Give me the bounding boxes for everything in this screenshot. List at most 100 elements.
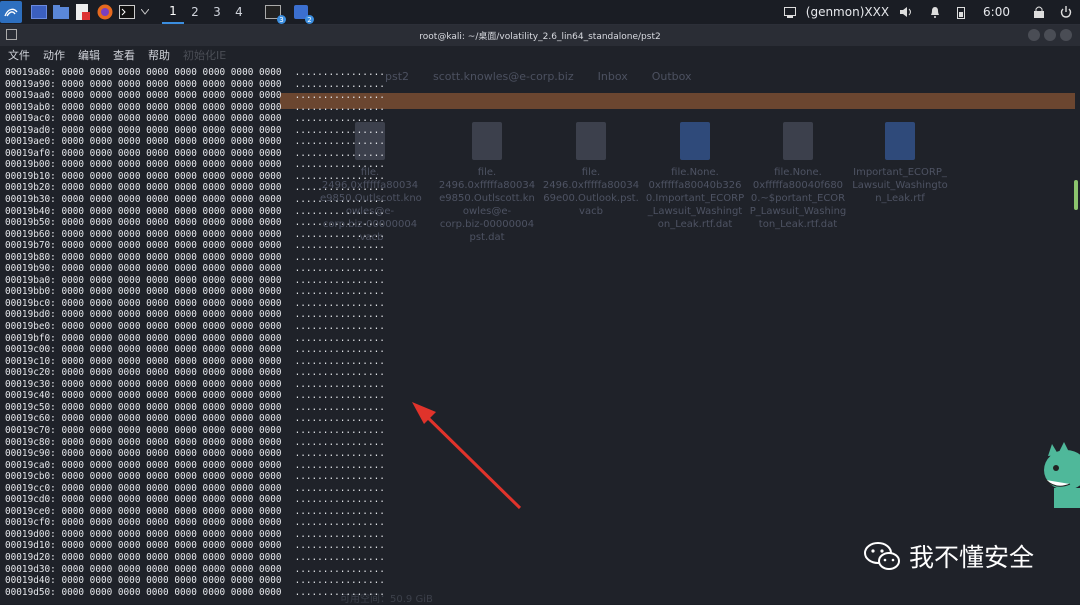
clock[interactable]: 6:00 [983, 5, 1010, 19]
hex-offset: 00019cc0 [5, 482, 51, 494]
hex-offset: 00019a90 [5, 78, 51, 90]
hex-ascii: ................ [294, 309, 385, 321]
bell-icon[interactable] [929, 6, 941, 18]
battery-icon[interactable] [957, 6, 966, 19]
hex-ascii: ................ [294, 586, 385, 598]
hex-ascii: ................ [294, 540, 385, 552]
hex-separator: : [50, 459, 62, 471]
hex-row: 00019b00: 0000 0000 0000 0000 0000 0000 … [5, 159, 385, 171]
hex-offset: 00019bf0 [5, 332, 51, 344]
hex-bytes: 0000 0000 0000 0000 0000 0000 0000 0000 [61, 563, 282, 575]
close-button[interactable] [1060, 29, 1072, 41]
screen-icon[interactable]: 3 [264, 3, 286, 24]
hex-offset: 00019c00 [5, 344, 51, 356]
file-item: file.None. 0xfffffa80040b326 0.Important… [645, 122, 745, 231]
hex-separator: : [50, 113, 62, 125]
workspace-2[interactable]: 2 [184, 0, 206, 24]
hex-offset: 00019c90 [5, 448, 51, 460]
hex-bytes: 0000 0000 0000 0000 0000 0000 0000 0000 [61, 344, 282, 356]
scrollbar-thumb[interactable] [1074, 180, 1078, 210]
app-icon[interactable]: 2 [292, 3, 314, 24]
hex-offset: 00019d10 [5, 540, 51, 552]
hex-bytes: 0000 0000 0000 0000 0000 0000 0000 0000 [61, 505, 282, 517]
kali-menu-icon[interactable] [0, 1, 22, 23]
hex-ascii: ................ [294, 101, 385, 113]
volume-icon[interactable] [899, 6, 913, 18]
menu-help[interactable]: 帮助 [148, 47, 170, 63]
hex-ascii: ................ [294, 575, 385, 587]
mascot-image [1044, 442, 1080, 508]
menu-action[interactable]: 动作 [43, 47, 65, 63]
workspace-3[interactable]: 3 [206, 0, 228, 24]
hex-offset: 00019b30 [5, 194, 51, 206]
hex-separator: : [50, 147, 62, 159]
hex-ascii: ................ [294, 251, 385, 263]
hex-bytes: 0000 0000 0000 0000 0000 0000 0000 0000 [61, 575, 282, 587]
workspace-4[interactable]: 4 [228, 0, 250, 24]
firefox-icon[interactable] [96, 3, 114, 21]
chevron-down-icon[interactable] [140, 3, 150, 21]
file-item: file.None. 0xfffffa80040f680 0.~$portant… [748, 122, 848, 231]
terminal-badge: 3 [277, 15, 286, 24]
hex-bytes: 0000 0000 0000 0000 0000 0000 0000 0000 [61, 309, 282, 321]
hex-bytes: 0000 0000 0000 0000 0000 0000 0000 0000 [61, 367, 282, 379]
hex-row: 00019cc0: 0000 0000 0000 0000 0000 0000 … [5, 483, 385, 495]
menu-file[interactable]: 文件 [8, 47, 30, 63]
hex-offset: 00019b90 [5, 263, 51, 275]
power-icon[interactable] [1060, 6, 1072, 18]
hex-bytes: 0000 0000 0000 0000 0000 0000 0000 0000 [61, 471, 282, 483]
hex-row: 00019aa0: 0000 0000 0000 0000 0000 0000 … [5, 90, 385, 102]
hex-row: 00019c80: 0000 0000 0000 0000 0000 0000 … [5, 437, 385, 449]
genmon-label[interactable]: (genmon)XXX [806, 5, 889, 19]
hex-ascii: ................ [294, 194, 385, 206]
hex-offset: 00019b70 [5, 240, 51, 252]
hex-offset: 00019be0 [5, 321, 51, 333]
hex-ascii: ................ [294, 413, 385, 425]
hex-separator: : [50, 240, 62, 252]
hex-bytes: 0000 0000 0000 0000 0000 0000 0000 0000 [61, 517, 282, 529]
hex-row: 00019d40: 0000 0000 0000 0000 0000 0000 … [5, 575, 385, 587]
screen-icon-right[interactable] [783, 6, 796, 18]
menu-edit[interactable]: 编辑 [78, 47, 100, 63]
hex-offset: 00019b10 [5, 170, 51, 182]
hex-separator: : [50, 309, 62, 321]
hex-separator: : [50, 540, 62, 552]
hex-ascii: ................ [294, 274, 385, 286]
hex-ascii: ................ [294, 228, 385, 240]
terminal-window-icon[interactable] [118, 3, 136, 21]
hex-offset: 00019ce0 [5, 505, 51, 517]
hex-ascii: ................ [294, 471, 385, 483]
wechat-icon [864, 542, 900, 570]
hex-bytes: 0000 0000 0000 0000 0000 0000 0000 0000 [61, 378, 282, 390]
hex-separator: : [50, 101, 62, 113]
text-editor-icon[interactable] [74, 3, 92, 21]
hex-bytes: 0000 0000 0000 0000 0000 0000 0000 0000 [61, 390, 282, 402]
hex-bytes: 0000 0000 0000 0000 0000 0000 0000 0000 [61, 321, 282, 333]
lock-icon[interactable] [1034, 6, 1044, 18]
folder-icon[interactable] [52, 3, 70, 21]
workspace-1[interactable]: 1 [162, 0, 184, 24]
hex-separator: : [50, 413, 62, 425]
hex-separator: : [50, 551, 62, 563]
hex-ascii: ................ [294, 482, 385, 494]
file-item: Important_ECORP_ Lawsuit_Washingto n_Lea… [850, 122, 950, 205]
file-item: file. 2496.0xfffffa80034 e9850.Outlscott… [437, 122, 537, 244]
hex-bytes: 0000 0000 0000 0000 0000 0000 0000 0000 [61, 194, 282, 206]
hex-offset: 00019b40 [5, 205, 51, 217]
hex-separator: : [50, 78, 62, 90]
hex-ascii: ................ [294, 355, 385, 367]
hex-bytes: 0000 0000 0000 0000 0000 0000 0000 0000 [61, 482, 282, 494]
maximize-button[interactable] [1044, 29, 1056, 41]
hex-ascii: ................ [294, 367, 385, 379]
hex-bytes: 0000 0000 0000 0000 0000 0000 0000 0000 [61, 459, 282, 471]
hex-row: 00019be0: 0000 0000 0000 0000 0000 0000 … [5, 321, 385, 333]
hex-ascii: ................ [294, 67, 385, 78]
minimize-button[interactable] [1028, 29, 1040, 41]
hex-row: 00019d30: 0000 0000 0000 0000 0000 0000 … [5, 564, 385, 576]
hex-bytes: 0000 0000 0000 0000 0000 0000 0000 0000 [61, 448, 282, 460]
hex-ascii: ................ [294, 401, 385, 413]
hex-ascii: ................ [294, 147, 385, 159]
hex-ascii: ................ [294, 390, 385, 402]
terminal-icon[interactable] [30, 3, 48, 21]
menu-view[interactable]: 查看 [113, 47, 135, 63]
